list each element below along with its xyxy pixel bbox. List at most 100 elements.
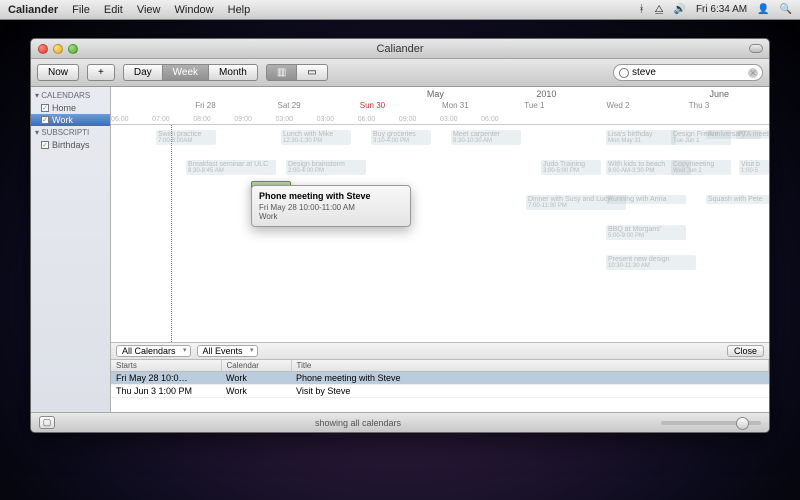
day-header [111,101,193,110]
calendar-header: May 2010 June Fri 28Sat 29Sun 30Mon 31Tu… [111,87,769,125]
event[interactable]: Lunch with Mike12:30-1:30 PM [281,130,351,145]
day-header: Thu 3 [687,101,769,110]
event[interactable]: Breakfast seminar at ULC8:30-9:45 AM [186,160,276,175]
hour-label: 09:00 [399,116,440,123]
event[interactable]: Judo Training3:00-5:00 PM [541,160,601,175]
event[interactable]: PTA meeting [736,130,769,139]
view-segment: Day Week Month [123,64,258,81]
density-list[interactable]: ▭ [296,64,327,81]
day-header: Wed 2 [605,101,687,110]
filter-events[interactable]: All Events [197,345,258,357]
year-label: 2010 [536,89,556,99]
hour-label [605,116,646,123]
popup-time: Fri May 28 10:00-11:00 AM [259,203,403,212]
event[interactable]: BBQ at Morgans'5:00-9:00 PM [606,225,686,240]
zoom-slider[interactable] [661,421,761,425]
timeline[interactable]: Phone meeting with Steve Fri May 28 10:0… [111,125,769,342]
clock[interactable]: Fri 6:34 AM [696,4,747,15]
menubar-file[interactable]: File [72,4,90,16]
event[interactable]: Lisa's birthdayMon May 31 [606,130,676,145]
event[interactable]: Squash with Pete [706,195,769,204]
sidebar-item-work[interactable]: ✓Work [31,114,110,126]
hour-label: 08:00 [193,116,234,123]
month-label: May [427,89,444,99]
event[interactable]: Present new design10:30-11:30 AM [606,255,696,270]
close-results-button[interactable]: Close [727,345,764,357]
view-day[interactable]: Day [123,64,162,81]
menubar-app[interactable]: Caliander [8,4,58,16]
col-title[interactable]: Title [291,360,769,372]
result-row[interactable]: Thu Jun 3 1:00 PMWorkVisit by Steve [111,385,769,398]
status-bar: ▢ showing all calendars [31,412,769,432]
volume-icon[interactable]: 🔊 [674,4,686,15]
density-segment: ▥ ▭ [266,64,328,81]
main-area: May 2010 June Fri 28Sat 29Sun 30Mon 31Tu… [111,87,769,412]
wifi-icon[interactable]: ⧋ [655,4,664,15]
hour-label [563,116,604,123]
event[interactable]: Design brainstorm2:00-4:00 PM [286,160,366,175]
hour-label [646,116,687,123]
day-header: Fri 28 [193,101,275,110]
search-input[interactable] [632,67,746,78]
hour-label: 06:00 [481,116,522,123]
col-calendar[interactable]: Calendar [221,360,291,372]
menubar-window[interactable]: Window [175,4,214,16]
event[interactable]: Meet carpenter9:30-10:30 AM [451,130,521,145]
hour-label: 03:00 [440,116,481,123]
hour-label: 06:00 [111,116,152,123]
hour-label [687,116,728,123]
col-starts[interactable]: Starts [111,360,221,372]
menubar-edit[interactable]: Edit [104,4,123,16]
hour-label: 06:00 [358,116,399,123]
sidebar-group-calendars: ▾ CALENDARS [31,89,110,102]
hour-label: 03:00 [276,116,317,123]
hour-label: 07:00 [152,116,193,123]
search-results: Starts Calendar Title Fri May 28 10:0…Wo… [111,360,769,412]
user-icon[interactable]: 👤 [757,4,769,15]
view-month[interactable]: Month [208,64,258,81]
menubar-help[interactable]: Help [228,4,251,16]
sidebar-item-home[interactable]: ✓Home [31,102,110,114]
popup-calendar: Work [259,212,403,221]
view-week[interactable]: Week [162,64,208,81]
event[interactable]: Running with Anna [606,195,686,204]
drawer-toggle-button[interactable]: ▢ [39,416,55,429]
toolbar-toggle-pill[interactable] [749,44,763,53]
day-header: Sun 30 [358,101,440,110]
day-header: Tue 1 [522,101,604,110]
result-row[interactable]: Fri May 28 10:0…WorkPhone meeting with S… [111,372,769,385]
toolbar: Now + Day Week Month ▥ ▭ [31,59,769,87]
menubar-view[interactable]: View [137,4,161,16]
today-indicator [171,125,172,342]
hour-label: 09:00 [234,116,275,123]
checkbox-icon[interactable]: ✓ [41,104,49,112]
app-window: Caliander Now + Day Week Month ▥ ▭ ▾ CAL… [30,38,770,433]
hour-label [728,116,769,123]
event[interactable]: Buy groceries3:10-4:00 PM [371,130,431,145]
checkbox-icon[interactable]: ✓ [41,116,49,124]
search-field[interactable] [613,64,763,81]
popup-title: Phone meeting with Steve [259,191,403,201]
filter-calendars[interactable]: All Calendars [116,345,191,357]
bluetooth-icon[interactable]: ᚼ [639,4,645,15]
month2-label: June [709,89,729,99]
event[interactable]: Swim practice7:00-8:00AM [156,130,216,145]
sidebar-item-birthdays[interactable]: ✓Birthdays [31,139,110,151]
spotlight-icon[interactable]: 🔍 [780,4,792,15]
hour-label [522,116,563,123]
now-button[interactable]: Now [37,64,79,81]
day-header: Sat 29 [276,101,358,110]
checkbox-icon[interactable]: ✓ [41,141,49,149]
sidebar-group-subscriptions: ▾ SUBSCRIPTI [31,126,110,139]
event-popup: Phone meeting with Steve Fri May 28 10:0… [251,185,411,227]
day-header: Mon 31 [440,101,522,110]
density-compact[interactable]: ▥ [266,64,296,81]
window-title: Caliander [31,43,769,55]
event[interactable]: Visit b1:00-5 [739,160,769,175]
event[interactable]: CopymeetingWed Jun 2 [671,160,731,175]
add-button[interactable]: + [87,64,115,81]
system-menubar: Caliander File Edit View Window Help ᚼ ⧋… [0,0,800,20]
titlebar: Caliander [31,39,769,59]
filter-bar: All Calendars All Events Close [111,342,769,360]
sidebar: ▾ CALENDARS ✓Home ✓Work ▾ SUBSCRIPTI ✓Bi… [31,87,111,412]
